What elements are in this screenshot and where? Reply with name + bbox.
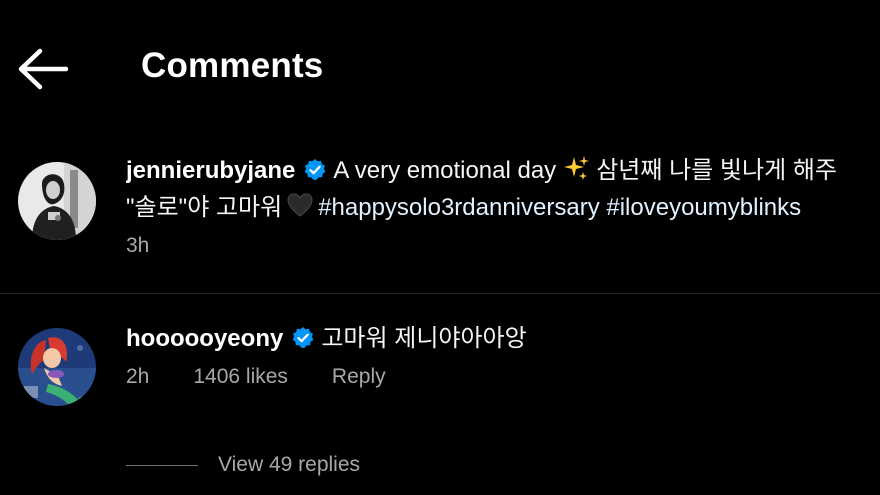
comments-header: Comments (0, 0, 880, 136)
black-heart-icon (287, 193, 313, 217)
comment-username[interactable]: jennierubyjane (126, 157, 295, 184)
back-button[interactable] (14, 44, 72, 94)
view-replies-button[interactable]: View 49 replies (126, 450, 360, 480)
replies-divider-line (126, 464, 198, 466)
likes-count-link[interactable]: 1406 likes (193, 365, 288, 388)
reply-button[interactable]: Reply (332, 365, 386, 388)
comment-text-part: A very emotional day (333, 157, 557, 184)
avatar[interactable] (18, 328, 96, 406)
divider (0, 293, 880, 294)
page-title: Comments (141, 46, 324, 85)
comment-time: 2h (126, 365, 150, 388)
avatar[interactable] (18, 162, 96, 240)
comment-text-part: 고마워 제니야아아앙 (321, 325, 527, 352)
comment-text-part: "솔로"야 고마워 (126, 194, 283, 221)
comment-meta: 2h 1406 likes Reply (126, 365, 880, 389)
comment-time: 3h (126, 234, 150, 257)
comment-text: jennierubyjane A very emotional day 삼년째 … (126, 152, 880, 189)
view-replies-label: View 49 replies (218, 453, 361, 476)
comment-username[interactable]: hoooooyeony (126, 325, 283, 352)
hashtag-link[interactable]: #happysolo3rdanniversary (318, 194, 600, 221)
comment-text-part: 삼년째 나를 빛나게 해주 (596, 157, 837, 184)
sparkles-icon (564, 156, 590, 180)
profile-photo-icon (18, 328, 96, 406)
comment-text-line: "솔로"야 고마워 #happysolo3rdanniversary #ilov… (126, 189, 880, 226)
hashtag-link[interactable]: #iloveyoumyblinks (606, 194, 801, 221)
verified-badge-icon (304, 159, 326, 180)
comment-text: hoooooyeony 고마워 제니야아아앙 (126, 320, 880, 357)
verified-badge-icon (292, 327, 314, 348)
comment-meta: 3h (126, 234, 880, 258)
profile-photo-icon (18, 162, 96, 240)
arrow-left-icon (18, 48, 69, 90)
